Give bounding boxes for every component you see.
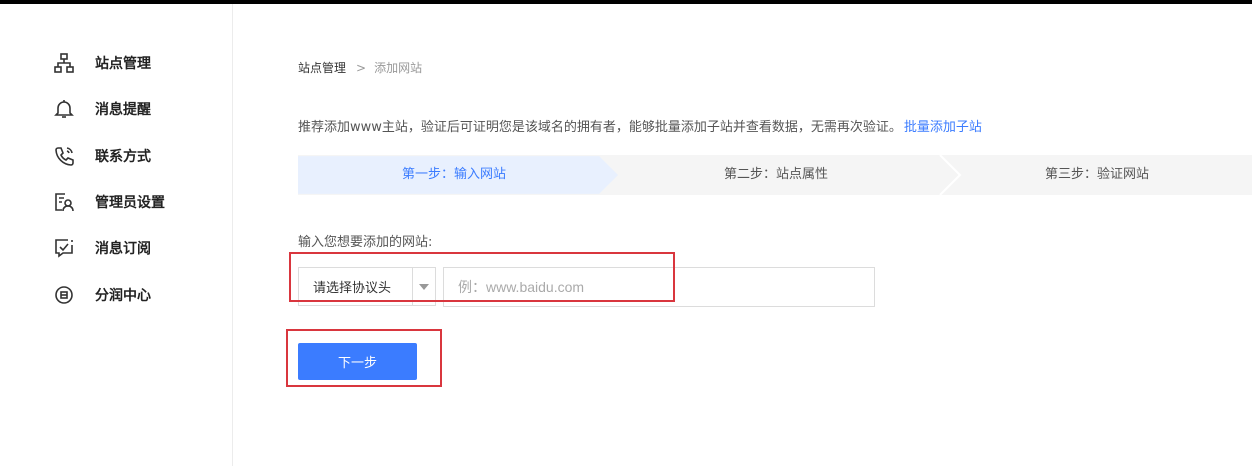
- step-3: 第三步：验证网站: [1045, 167, 1150, 182]
- subscribe-icon: [52, 236, 76, 260]
- sidebar-item-label: 站点管理: [95, 56, 151, 72]
- step-2: 第二步：站点属性: [724, 167, 829, 182]
- sidebar-item-site-management[interactable]: 站点管理: [52, 51, 151, 75]
- breadcrumb-current: 添加网站: [374, 61, 423, 75]
- sidebar-item-profit-center[interactable]: 分润中心: [52, 283, 151, 307]
- profit-share-icon: [52, 283, 76, 307]
- bell-icon: [52, 97, 76, 121]
- breadcrumb: 站点管理 > 添加网站: [298, 59, 422, 76]
- step-1: 第一步：输入网站: [402, 167, 507, 182]
- phone-icon: [52, 144, 76, 168]
- breadcrumb-separator: >: [356, 60, 367, 75]
- protocol-select[interactable]: 请选择协议头: [298, 267, 436, 306]
- recommendation-notice: 推荐添加www主站，验证后可证明您是该域名的拥有者，能够批量添加子站并查看数据，…: [298, 116, 982, 135]
- step-progress-bar: 第一步：输入网站 第二步：站点属性 第三步：验证网站: [298, 155, 1252, 195]
- notice-text: 推荐添加www主站，验证后可证明您是该域名的拥有者，能够批量添加子站并查看数据，…: [298, 120, 902, 135]
- sidebar-item-label: 分润中心: [95, 288, 151, 304]
- sidebar-item-contact[interactable]: 联系方式: [52, 144, 151, 168]
- admin-user-icon: [52, 190, 76, 214]
- next-step-button[interactable]: 下一步: [298, 343, 417, 380]
- protocol-select-value: 请选择协议头: [313, 281, 392, 296]
- sidebar-item-label: 消息提醒: [95, 102, 151, 118]
- sidebar-item-label: 联系方式: [95, 149, 151, 165]
- sidebar-item-admin-settings[interactable]: 管理员设置: [52, 190, 165, 214]
- breadcrumb-parent[interactable]: 站点管理: [298, 59, 346, 76]
- sitemap-icon: [52, 51, 76, 75]
- website-input-label: 输入您想要添加的网站:: [298, 235, 433, 250]
- sidebar-item-label: 消息订阅: [95, 241, 151, 257]
- website-url-input[interactable]: [443, 267, 875, 307]
- sidebar-item-label: 管理员设置: [95, 195, 165, 211]
- chevron-down-icon[interactable]: [412, 268, 435, 305]
- sidebar-item-subscriptions[interactable]: 消息订阅: [52, 236, 151, 260]
- sidebar-item-notifications[interactable]: 消息提醒: [52, 97, 151, 121]
- step-divider: [939, 155, 962, 195]
- batch-add-subsites-link[interactable]: 批量添加子站: [904, 120, 982, 135]
- sidebar: 站点管理 消息提醒 联系方式 管理员设置 消息订阅 分润中心: [0, 4, 233, 466]
